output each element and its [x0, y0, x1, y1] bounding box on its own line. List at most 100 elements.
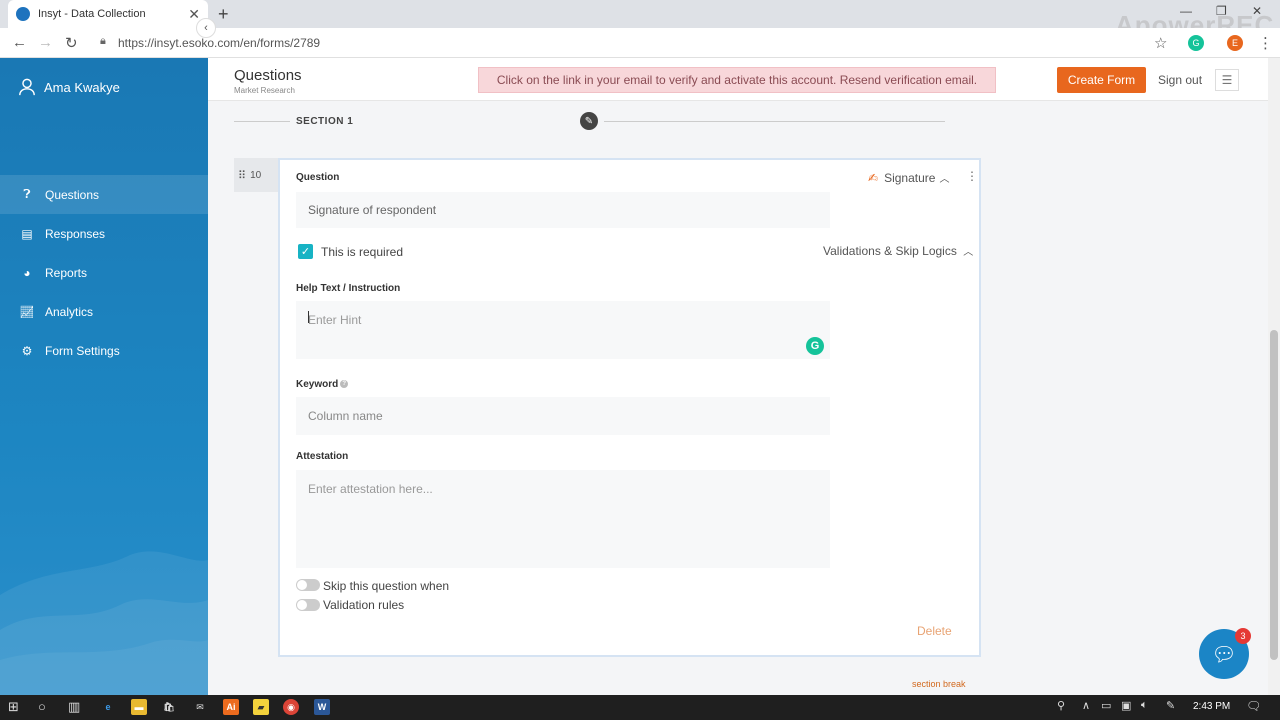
user-icon — [19, 78, 35, 96]
question-type-selector[interactable]: ✍︎ Signature ︿ — [868, 170, 950, 186]
chat-bubble-icon: 💬︎ — [1211, 643, 1237, 666]
sidebar-nav: ❓︎ Questions ▤ Responses ◕ Reports 📈︎ An… — [0, 175, 208, 370]
chat-unread-badge: 3 — [1235, 628, 1251, 644]
skip-question-label: Skip this question when — [323, 579, 450, 593]
browser-menu-icon[interactable]: ⋮ — [1258, 34, 1273, 52]
sidebar-item-label: Questions — [45, 187, 100, 202]
section-title: SECTION 1 — [296, 116, 354, 127]
sidebar-item-analytics[interactable]: 📈︎ Analytics — [0, 292, 208, 331]
pen-icon[interactable]: ✎ — [1166, 699, 1175, 712]
question-type: Signature — [884, 170, 936, 185]
more-options-icon[interactable]: ⋮ — [966, 169, 978, 183]
section-divider-left — [234, 121, 290, 122]
lock-icon: 🔒︎ — [100, 35, 106, 47]
illustrator-icon[interactable]: Ai — [223, 699, 239, 715]
taskbar-clock[interactable]: 2:43 PM — [1193, 701, 1230, 712]
notifications-icon[interactable]: 🗨︎ — [1246, 699, 1261, 713]
resend-verification-link[interactable]: Resend verification email. — [840, 73, 977, 87]
windows-start-icon[interactable]: ⊞ — [8, 699, 19, 715]
restore-icon[interactable]: ❐ — [1216, 4, 1227, 18]
signature-icon: ✍︎ — [868, 170, 879, 185]
sidebar-item-questions[interactable]: ❓︎ Questions — [0, 175, 208, 214]
file-explorer-icon[interactable]: ▬ — [131, 699, 147, 715]
sidebar-item-reports[interactable]: ◕ Reports — [0, 253, 208, 292]
hint-input[interactable]: Enter Hint — [296, 301, 830, 359]
new-tab-icon[interactable]: + — [218, 4, 229, 25]
page-subtitle: Market Research — [234, 86, 295, 95]
window-close-icon[interactable]: ✕ — [1252, 4, 1262, 18]
sidebar-item-label: Analytics — [45, 304, 94, 319]
grammarly-extension-icon[interactable]: G — [1188, 35, 1204, 51]
chevron-up-icon: ︿ — [939, 174, 950, 185]
drag-handle-icon[interactable]: ⠿ — [238, 169, 246, 182]
user-name: Ama Kwakye — [44, 79, 120, 95]
chevron-up-icon: ︿ — [963, 247, 974, 258]
help-icon[interactable]: ? — [340, 380, 349, 389]
question-label: Question — [296, 172, 340, 183]
scrollbar-thumb[interactable] — [1270, 330, 1278, 660]
verification-message: Click on the link in your email to verif… — [496, 73, 837, 87]
app-header: Questions Market Research Click on the l… — [208, 58, 1280, 101]
gear-icon: ⚙ — [21, 343, 33, 358]
reload-icon[interactable]: ↻ — [65, 34, 78, 52]
battery-icon[interactable]: ▭ — [1101, 699, 1111, 712]
windows-taskbar: ⊞ ○ ▥ e ▬ 🛍︎ ✉ Ai ▰ ◉ W ⚲ ∧ ▭ ▣ 🔈︎ ✎ 2:4… — [0, 695, 1280, 720]
delete-question-link[interactable]: Delete — [917, 624, 952, 638]
edge-icon[interactable]: e — [100, 699, 116, 715]
create-form-button[interactable]: Create Form — [1057, 67, 1146, 93]
skip-question-toggle[interactable] — [296, 579, 320, 591]
sticky-notes-icon[interactable]: ▰ — [253, 699, 269, 715]
sidebar-item-label: Reports — [45, 265, 88, 280]
sign-out-link[interactable]: Sign out — [1158, 73, 1202, 87]
user-profile[interactable]: Ama Kwakye — [18, 78, 120, 96]
url-field[interactable]: https://insyt.esoko.com/en/forms/2789 — [118, 36, 320, 50]
browser-tab[interactable]: Insyt - Data Collection ✕ — [8, 0, 208, 28]
store-icon[interactable]: 🛍︎ — [161, 699, 177, 715]
validations-skip-logics-toggle[interactable]: Validations & Skip Logics ︿ — [823, 243, 973, 258]
question-input[interactable]: Signature of respondent — [296, 192, 830, 228]
section-break-link[interactable]: section break — [912, 679, 966, 689]
keyword-input[interactable]: Column name — [296, 397, 830, 435]
pie-chart-icon: ◕ — [23, 265, 31, 280]
mail-icon[interactable]: ✉ — [192, 699, 208, 715]
word-icon[interactable]: W — [314, 699, 330, 715]
question-circle-icon: ❓︎ — [23, 187, 31, 201]
question-number: 10 — [250, 169, 262, 181]
tray-chevron-icon[interactable]: ∧ — [1082, 699, 1090, 712]
required-checkbox[interactable]: ✓ — [298, 244, 313, 259]
question-card: Question ✍︎ Signature ︿ ⋮ Signature of r… — [278, 158, 981, 657]
edit-section-icon[interactable]: ✎ — [580, 112, 598, 130]
tab-title: Insyt - Data Collection — [38, 8, 146, 20]
attestation-input[interactable]: Enter attestation here... — [296, 470, 830, 568]
forward-icon[interactable]: → — [38, 34, 53, 51]
sidebar-item-responses[interactable]: ▤ Responses — [0, 214, 208, 253]
chrome-icon[interactable]: ◉ — [283, 699, 299, 715]
chat-icon: ▤ — [21, 226, 33, 241]
validations-label: Validations & Skip Logics — [823, 244, 957, 258]
sidebar: Ama Kwakye ❓︎ Questions ▤ Responses ◕ Re… — [0, 58, 208, 695]
question-number-tab: ⠿ 10 — [234, 158, 278, 192]
verification-alert: Click on the link in your email to verif… — [478, 67, 996, 93]
validation-rules-toggle[interactable] — [296, 599, 320, 611]
grammarly-icon[interactable]: G — [806, 337, 824, 355]
sidebar-item-label: Responses — [45, 226, 106, 241]
section-divider-right — [604, 121, 945, 122]
bookmark-star-icon[interactable]: ☆ — [1154, 34, 1167, 52]
profile-avatar[interactable]: E — [1227, 35, 1243, 51]
sidebar-item-label: Form Settings — [45, 343, 120, 358]
required-label: This is required — [321, 245, 404, 259]
network-icon[interactable]: ▣ — [1121, 699, 1131, 712]
hamburger-menu-icon[interactable]: ☰ — [1215, 69, 1239, 91]
collapse-sidebar-button[interactable]: ‹ — [196, 18, 216, 38]
people-icon[interactable]: ⚲ — [1057, 699, 1065, 712]
volume-icon[interactable]: 🔈︎ — [1141, 699, 1148, 712]
search-icon[interactable]: ○ — [38, 699, 46, 714]
line-chart-icon: 📈︎ — [19, 304, 35, 319]
back-icon[interactable]: ← — [12, 34, 27, 51]
task-view-icon[interactable]: ▥ — [68, 699, 80, 715]
minimize-icon[interactable]: — — [1180, 4, 1192, 18]
sidebar-item-form-settings[interactable]: ⚙ Form Settings — [0, 331, 208, 370]
insyt-favicon-icon — [16, 7, 30, 21]
browser-tabbar: Insyt - Data Collection ✕ + ApowerREC — … — [0, 0, 1280, 40]
decorative-waves — [0, 551, 208, 695]
